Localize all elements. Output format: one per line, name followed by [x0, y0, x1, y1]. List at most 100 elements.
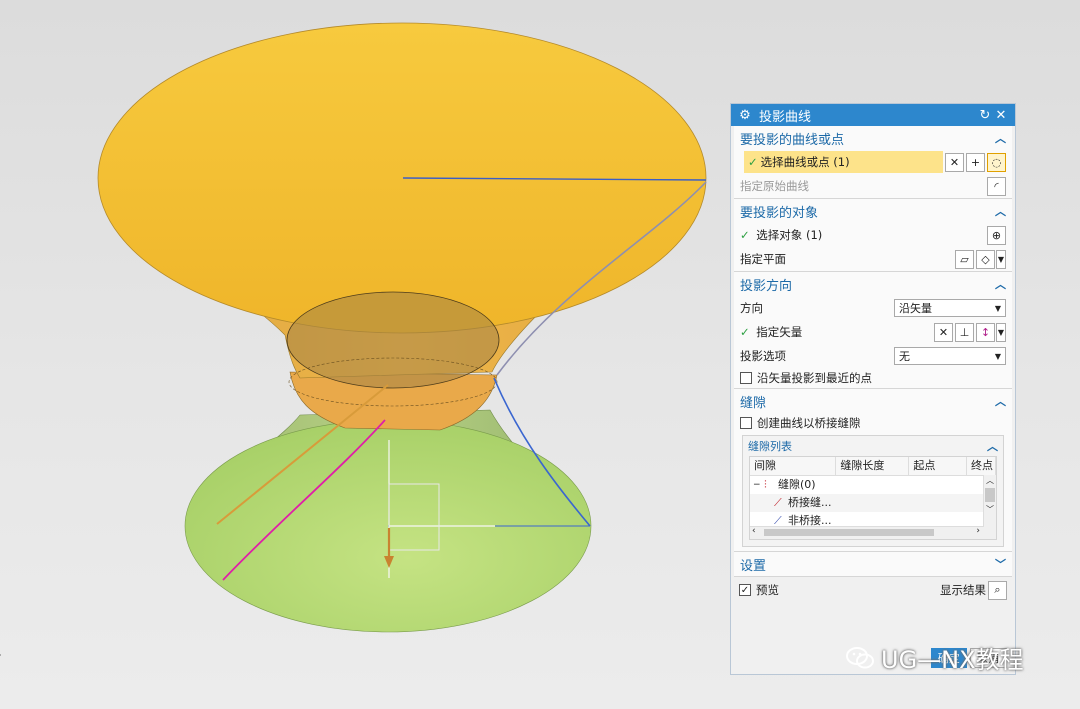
vector-dropdown-icon[interactable]: ▼ [996, 322, 1006, 342]
scroll-down-icon[interactable]: ﹀ [984, 504, 996, 515]
gap-row-label: 桥接缝... [788, 496, 832, 509]
check-icon: ✓ [740, 325, 750, 339]
section-curves: 要投影的曲线或点 ︿ ✓ 选择曲线或点 (1) ✕ + ◌ 指定原始曲线 ◜ [734, 126, 1012, 199]
reset-icon[interactable]: ↻ [977, 108, 993, 123]
close-icon[interactable]: ✕ [993, 108, 1009, 123]
column-header[interactable]: 起点 [909, 457, 968, 475]
section-direction: 投影方向 ︿ 方向 沿矢量 ▼ ✓ 指定矢量 ✕ ⊥ ↕ ▼ 投影选项 无 ▼ [734, 272, 1012, 389]
scroll-left-icon[interactable]: ‹ [752, 526, 756, 536]
origin-curve-row[interactable]: 指定原始曲线 ◜ [734, 174, 1012, 198]
section-settings-title: 设置 [740, 558, 767, 574]
origin-curve-label: 指定原始曲线 [740, 179, 809, 193]
gap-table: 间隙 缝隙长度 起点 终点 − ⫶ 缝隙(0) ⟋ 桥接缝... ⟋ 非桥接..… [749, 456, 997, 540]
section-objects-title: 要投影的对象 [740, 205, 819, 221]
section-objects: 要投影的对象 ︿ ✓ 选择对象 (1) ⊕ 指定平面 ▱ ◇ ▼ [734, 199, 1012, 272]
vertical-scrollbar[interactable]: ︿ ﹀ [983, 475, 996, 539]
column-header[interactable]: 间隙 [750, 457, 837, 475]
reverse-direction-icon[interactable]: ✕ [934, 322, 953, 342]
tree-collapse-icon[interactable]: − [750, 476, 764, 494]
deselect-icon[interactable]: ✕ [945, 152, 964, 172]
project-curve-dialog: ⚙ 投影曲线 ↻ ✕ 要投影的曲线或点 ︿ ✓ 选择曲线或点 (1) ✕ + ◌… [730, 103, 1016, 675]
gap-row-label: 缝隙(0) [778, 478, 816, 491]
bridge-gap-checkbox[interactable] [740, 417, 752, 429]
column-header[interactable]: 缝隙长度 [836, 457, 910, 475]
specify-vector-label: 指定矢量 [756, 325, 803, 339]
bridge-gap-row[interactable]: 创建曲线以桥接缝隙 [734, 413, 1012, 433]
curve-rule-icon[interactable]: ◌ [987, 152, 1006, 172]
vector-dialog-icon[interactable]: ⊥ [955, 322, 974, 342]
bridge-gap-label: 创建曲线以桥接缝隙 [757, 416, 861, 430]
nearest-point-row[interactable]: 沿矢量投影到最近的点 [734, 368, 1012, 388]
collapse-chevron-icon[interactable]: ︿ [995, 130, 1006, 146]
section-settings: 设置 ﹀ [734, 552, 1012, 577]
select-curve-label: 选择曲线或点 (1) [760, 155, 850, 169]
dialog-title: 投影曲线 [759, 109, 812, 125]
gap-table-header: 间隙 缝隙长度 起点 终点 [750, 457, 996, 476]
section-settings-header[interactable]: 设置 ﹀ [734, 552, 1012, 576]
scroll-up-icon[interactable]: ︿ [984, 475, 996, 486]
collapse-chevron-icon[interactable]: ︿ [995, 203, 1006, 219]
preview-checkbox[interactable]: ✓ [739, 584, 751, 596]
scroll-right-icon[interactable]: › [976, 526, 980, 536]
project-option-value: 无 [899, 350, 910, 363]
project-option-select[interactable]: 无 ▼ [894, 347, 1006, 365]
collapse-chevron-icon[interactable]: ︿ [995, 276, 1006, 292]
project-option-label: 投影选项 [740, 349, 786, 363]
plane-dialog-icon[interactable]: ▱ [955, 249, 974, 269]
direction-select[interactable]: 沿矢量 ▼ [894, 299, 1006, 317]
section-gap: 缝隙 ︿ 创建曲线以桥接缝隙 缝隙列表 ︿ 间隙 缝隙长度 起点 终点 − ⫶ … [734, 389, 1012, 552]
dropdown-arrow-icon: ▼ [994, 303, 1001, 313]
check-icon: ✓ [740, 228, 750, 242]
point-dialog-icon[interactable]: + [966, 152, 985, 172]
check-icon: ✓ [748, 155, 758, 169]
section-objects-header[interactable]: 要投影的对象 ︿ [734, 199, 1012, 223]
gear-icon[interactable]: ⚙ [737, 108, 753, 123]
select-object-row[interactable]: ✓ 选择对象 (1) ⊕ [734, 223, 1012, 247]
crosshair-icon[interactable]: ⊕ [987, 225, 1006, 245]
select-curve-row[interactable]: ✓ 选择曲线或点 (1) ✕ + ◌ [734, 150, 1012, 174]
throat-circle [286, 291, 500, 389]
collapse-chevron-icon[interactable]: ︿ [987, 438, 998, 454]
magnifier-icon[interactable]: ⌕ [988, 580, 1007, 600]
watermark: UG—NX教程 [845, 640, 1024, 675]
upper-surface-top [97, 22, 707, 334]
gap-list-title: 缝隙列表 [748, 440, 792, 453]
plane-dropdown-icon[interactable]: ▼ [996, 249, 1006, 269]
watermark-text: UG—NX教程 [881, 646, 1024, 674]
section-gap-title: 缝隙 [740, 395, 767, 411]
direction-row: 方向 沿矢量 ▼ [734, 296, 1012, 320]
select-object-label: 选择对象 (1) [756, 228, 823, 242]
origin-curve-icon[interactable]: ◜ [987, 176, 1006, 196]
project-option-row: 投影选项 无 ▼ [734, 344, 1012, 368]
bridge-icon: ⟋ [774, 496, 782, 509]
specify-vector-row[interactable]: ✓ 指定矢量 ✕ ⊥ ↕ ▼ [734, 320, 1012, 344]
show-result-label: 显示结果 [940, 583, 986, 597]
horizontal-scrollbar[interactable]: ‹ › [750, 526, 984, 539]
preview-label: 预览 [756, 583, 779, 597]
plane-type-icon[interactable]: ◇ [976, 249, 995, 269]
section-curves-header[interactable]: 要投影的曲线或点 ︿ [734, 126, 1012, 150]
dropdown-arrow-icon: ▼ [994, 351, 1001, 361]
table-row[interactable]: − ⫶ 缝隙(0) [750, 476, 996, 494]
wechat-icon [846, 646, 874, 668]
table-row[interactable]: ⟋ 桥接缝... [750, 494, 996, 512]
dialog-footer: ✓ 预览 显示结果 ⌕ [731, 577, 1015, 603]
gap-list-panel: 缝隙列表 ︿ 间隙 缝隙长度 起点 终点 − ⫶ 缝隙(0) ⟋ 桥接缝... … [742, 435, 1004, 547]
vector-type-icon[interactable]: ↕ [976, 322, 995, 342]
direction-label: 方向 [740, 301, 763, 315]
collapse-chevron-icon[interactable]: ︿ [995, 393, 1006, 409]
dialog-titlebar: ⚙ 投影曲线 ↻ ✕ [731, 104, 1015, 126]
section-curves-title: 要投影的曲线或点 [740, 132, 845, 148]
section-direction-header[interactable]: 投影方向 ︿ [734, 272, 1012, 296]
nearest-point-checkbox[interactable] [740, 372, 752, 384]
gap-tree-icon: ⫶ [764, 478, 767, 491]
column-header[interactable]: 终点 [967, 457, 996, 475]
specify-plane-label: 指定平面 [740, 252, 786, 266]
section-gap-header[interactable]: 缝隙 ︿ [734, 389, 1012, 413]
section-direction-title: 投影方向 [740, 278, 793, 294]
specify-plane-row[interactable]: 指定平面 ▱ ◇ ▼ [734, 247, 1012, 271]
direction-value: 沿矢量 [899, 302, 932, 315]
expand-chevron-icon[interactable]: ﹀ [995, 556, 1006, 572]
gap-list-header[interactable]: 缝隙列表 ︿ [743, 436, 1003, 456]
nearest-point-label: 沿矢量投影到最近的点 [757, 371, 872, 385]
